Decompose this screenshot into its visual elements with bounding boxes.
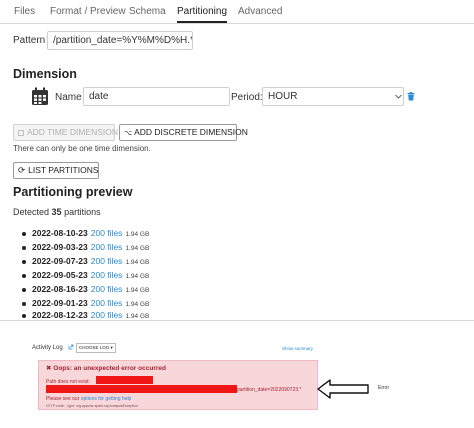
- list-partitions-button[interactable]: ⟳ LIST PARTITIONS: [13, 162, 99, 179]
- chevron-down-icon: [395, 94, 402, 99]
- files-link[interactable]: 200 files: [91, 284, 123, 294]
- preview-heading: Partitioning preview: [13, 185, 133, 199]
- list-item: 2022-09-03-23 200 files 1.94 GB: [22, 242, 149, 252]
- detected-count: 35: [51, 207, 62, 217]
- refresh-icon: ⟳: [18, 165, 26, 175]
- tab-bar: Files Format / Preview Schema Partitioni…: [0, 0, 474, 24]
- add-discrete-dimension-button[interactable]: ⌥ ADD DISCRETE DIMENSION: [119, 124, 248, 141]
- files-link[interactable]: 200 files: [91, 270, 123, 280]
- redaction-block: [46, 385, 237, 393]
- error-annotation-label: Error: [378, 385, 390, 391]
- list-item: 2022-09-07-23 200 files 1.94 GB: [22, 256, 149, 266]
- dimension-name-input[interactable]: date: [83, 87, 230, 106]
- list-item: 2022-09-01-23 200 files 1.94 GB: [22, 298, 149, 308]
- list-item: 2022-08-16-23 200 files 1.94 GB: [22, 284, 149, 294]
- tab-format-preview[interactable]: Format / Preview: [50, 6, 126, 17]
- error-help-text: Please see our options for getting help: [46, 396, 131, 402]
- tab-files[interactable]: Files: [14, 6, 35, 17]
- files-link[interactable]: 200 files: [91, 256, 123, 266]
- trash-icon[interactable]: [407, 92, 415, 101]
- tab-advanced[interactable]: Advanced: [238, 6, 282, 17]
- redaction-block: [96, 376, 153, 384]
- period-select[interactable]: HOUR: [262, 87, 404, 106]
- time-dimension-note: There can only be one time dimension.: [13, 144, 151, 153]
- pattern-label: Pattern :: [13, 35, 51, 46]
- section-divider: [0, 320, 474, 321]
- show-summary-link[interactable]: Show summary: [282, 346, 313, 351]
- tab-partitioning[interactable]: Partitioning: [177, 6, 228, 23]
- error-path-suffix: partition_date=2022090723.*: [237, 387, 302, 393]
- files-link[interactable]: 200 files: [91, 228, 123, 238]
- add-time-dimension-label: ADD TIME DIMENSION: [27, 127, 118, 137]
- list-item: 2022-08-12-23 200 files 1.94 GB: [22, 310, 149, 320]
- add-time-dimension-button[interactable]: ADD TIME DIMENSION: [13, 124, 118, 141]
- add-discrete-dimension-label: ADD DISCRETE DIMENSION: [134, 127, 248, 137]
- calendar-small-icon: [18, 130, 24, 136]
- period-select-value: HOUR: [268, 91, 298, 102]
- files-link[interactable]: 200 files: [91, 242, 123, 252]
- activity-log-title: Activity Log: [32, 345, 63, 351]
- pattern-input[interactable]: /partition_date=%Y%M%D%H.*/.*: [47, 31, 193, 50]
- calendar-icon: [32, 87, 48, 105]
- detected-suffix: partitions: [64, 207, 101, 217]
- choose-log-button[interactable]: CHOOSE LOG ▾: [76, 343, 116, 353]
- dimension-heading: Dimension: [13, 67, 77, 81]
- external-link-icon[interactable]: [68, 344, 74, 350]
- tab-schema[interactable]: Schema: [129, 6, 166, 17]
- dimension-period-label: Period:: [231, 92, 263, 103]
- detected-partitions-text: Detected 35 partitions: [13, 207, 101, 217]
- error-title: ✖ Oops: an unexpected error occurred: [46, 364, 166, 372]
- list-item: 2022-09-05-23 200 files 1.94 GB: [22, 270, 149, 280]
- http-code-detail: HTTP code: , type: org.apache.spark.sql.…: [46, 404, 138, 408]
- help-link[interactable]: options for getting help: [81, 396, 132, 402]
- help-prefix: Please see our: [46, 396, 80, 402]
- error-title-text: Oops: an unexpected error occurred: [53, 365, 166, 372]
- arrow-left-icon: [317, 379, 369, 399]
- list-partitions-label: LIST PARTITIONS: [28, 165, 99, 175]
- detected-prefix: Detected: [13, 207, 50, 217]
- code-fork-icon: ⌥: [124, 130, 133, 137]
- files-link[interactable]: 200 files: [91, 310, 123, 320]
- files-link[interactable]: 200 files: [91, 298, 123, 308]
- list-item: 2022-08-10-23 200 files 1.94 GB: [22, 228, 149, 238]
